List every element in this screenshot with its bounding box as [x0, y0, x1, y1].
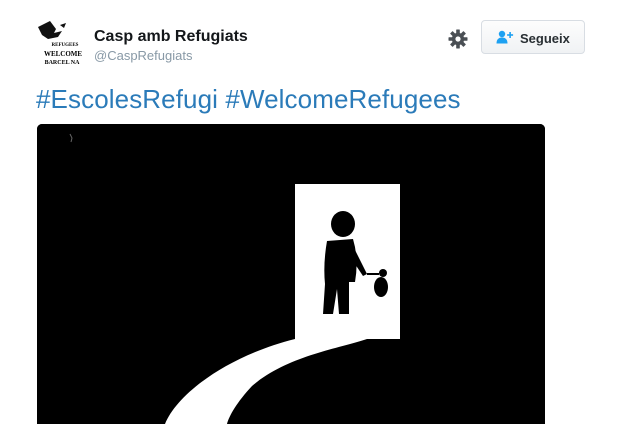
gear-icon[interactable] [447, 28, 469, 50]
hashtag-link[interactable]: #WelcomeRefugees [225, 84, 460, 114]
author-display-name[interactable]: Casp amb Refugiats [94, 28, 248, 46]
tweet-text: #EscolesRefugi #WelcomeRefugees [36, 84, 461, 115]
avatar-text-line2: WELCOME [43, 50, 83, 58]
add-user-icon [496, 30, 514, 44]
avatar[interactable]: REFUGEES WELCOME BARCEL NA [36, 19, 86, 69]
follow-button[interactable]: Segueix [481, 20, 585, 54]
tweet-media-image[interactable] [37, 124, 545, 424]
hashtag-link[interactable]: #EscolesRefugi [36, 84, 218, 114]
follow-button-label: Segueix [520, 31, 570, 46]
avatar-text-line3: BARCEL NA [44, 60, 80, 66]
avatar-text-line1: REFUGEES [51, 43, 79, 48]
author-screen-name[interactable]: @CaspRefugiats [94, 48, 192, 63]
refugee-doorway-illustration [37, 124, 545, 424]
tweet-header: REFUGEES WELCOME BARCEL NA Casp amb Refu… [0, 0, 620, 82]
